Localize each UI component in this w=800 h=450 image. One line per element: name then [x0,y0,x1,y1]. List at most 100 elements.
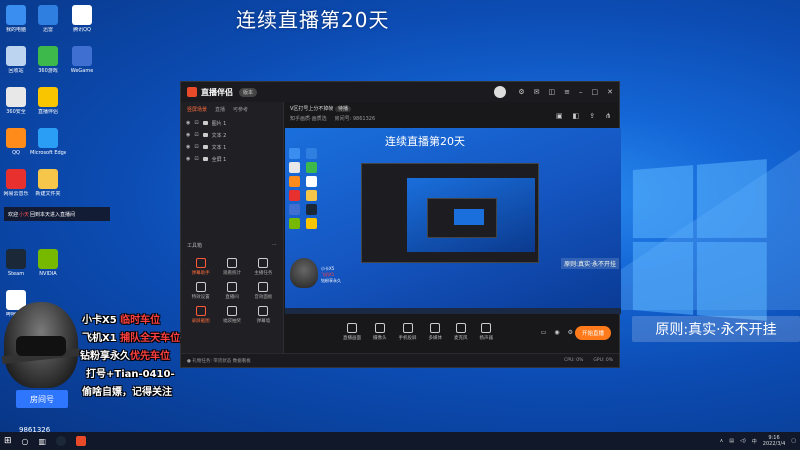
desktop-icon[interactable]: 新建文件夹 [30,166,66,206]
task-view-icon[interactable]: ▥ [39,437,47,446]
tool-task[interactable]: 主播任务 [248,258,279,276]
layout-icon[interactable]: ▭ [541,329,547,336]
settings-icon[interactable]: ⚙ [518,88,524,96]
text-icon [202,133,208,137]
eye-preview-icon[interactable]: ◉ [554,329,559,336]
tab-reference[interactable]: 可参考 [233,106,248,113]
gift-icon[interactable]: ◫ [549,88,556,96]
popup-suffix: 回到本天进入直播间 [30,211,76,218]
tab-vertical-scene[interactable]: 竖屏场景 [187,106,207,113]
start-icon[interactable]: ⊞ [4,436,12,446]
tray-up-icon[interactable]: ∧ [720,438,724,444]
desktop-icon[interactable]: 迅雷 [30,2,66,42]
lock-icon[interactable]: ⊡ [194,132,198,138]
desktop-icon[interactable]: 直播伴侣 [30,84,66,124]
desktop-icon[interactable]: WeGame [64,43,100,83]
eye-icon[interactable]: ◉ [186,120,190,126]
text-icon [202,145,208,149]
search-icon[interactable]: ○ [22,437,29,446]
welcome-popup: 欢迎 小天 回到本天进入直播间 [4,207,110,221]
tool-wall[interactable]: 弹幕墙 [248,306,279,324]
room-number: 房间号: 9861326 [334,116,376,122]
app-logo-icon [187,87,197,97]
microphone-button[interactable]: 麦克风 [454,323,468,341]
minimize-icon[interactable]: – [579,88,583,96]
source-item[interactable]: ◉ ⊡ 图片 1 [181,117,283,129]
gpu-usage: GPU: 0% [593,358,613,363]
avatar[interactable] [494,86,507,98]
source-item[interactable]: ◉ ⊡ 全屏 1 [181,153,283,165]
desktop-icon[interactable]: Microsoft Edge [30,125,66,165]
live-companion-window[interactable]: 直播伴侣 版本 ⚙ ✉ ◫ ≡ – □ ✕ 竖屏场景 直播 可参考 ◉ ⊡ 图片 1 [180,81,621,368]
bottom-toolbar: 直播画面 摄像头 手机投屏 多媒体 麦克风 扬声器 ▭ ◉ ⚙ 开始直播 [285,315,619,349]
steam-taskbar-icon[interactable] [56,436,67,446]
shop-icon[interactable]: ◧ [573,112,580,120]
desktop-icon[interactable]: 我的电脑 [0,2,34,42]
lock-icon[interactable]: ⊡ [194,156,198,162]
notification-icon[interactable]: ▢ [791,438,796,444]
camera-button[interactable]: 摄像头 [373,323,387,341]
screen-icon [202,157,208,161]
tab-live[interactable]: 直播 [215,106,225,113]
tool-lottery[interactable]: 福袋抽奖 [216,306,247,324]
message-icon[interactable]: ✉ [534,88,540,96]
tool-room[interactable]: 直播间 [216,282,247,300]
desktop-icons-col3: 腾讯QQ WeGame [64,2,100,84]
tool-record[interactable]: 录屏截图 [185,306,216,324]
volume-icon[interactable]: ◁) [740,438,746,444]
preview-banner: 原则:真实·永不开挂 [561,258,619,269]
app-name: 直播伴侣 [201,87,233,97]
phone-cast-button[interactable]: 手机投屏 [399,323,417,341]
lock-icon[interactable]: ⊡ [194,120,198,126]
share-icon[interactable]: ⇪ [589,112,595,120]
gift-box-icon[interactable]: ▣ [556,112,563,120]
desktop-icon[interactable]: 腾讯QQ [64,2,100,42]
settings-gear-icon[interactable]: ⚙ [568,329,573,336]
desktop-icon[interactable]: 360安全 [0,84,34,124]
start-live-button[interactable]: 开始直播 [574,326,611,340]
screen-capture-button[interactable]: 直播画面 [343,323,361,341]
clock[interactable]: 9:16 2022/3/4 [763,435,785,447]
room-status: 待播 [335,106,352,112]
app-titlebar[interactable]: 直播伴侣 版本 ⚙ ✉ ◫ ≡ – □ ✕ [181,82,619,102]
desktop-icon[interactable]: Steam [0,246,34,286]
eye-icon[interactable]: ◉ [186,132,190,138]
version-tag[interactable]: 版本 [239,87,258,97]
source-item[interactable]: ◉ ⊡ 文本 1 [181,141,283,153]
eye-icon[interactable]: ◉ [186,156,190,162]
windows-logo-wallpaper [632,159,767,321]
image-icon [202,121,208,125]
source-item[interactable]: ◉ ⊡ 文本 2 [181,129,283,141]
maximize-icon[interactable]: □ [592,88,599,96]
status-left[interactable]: ● 礼物任务: 带货状态 数据看板 [187,358,251,364]
ime-icon[interactable]: 中 [752,438,757,445]
multimedia-button[interactable]: 多媒体 [429,323,442,341]
share-alt-icon[interactable]: ⋔ [605,112,611,120]
more-icon[interactable]: ⋯ [272,242,277,249]
desktop-icon[interactable]: 网易云音乐 [0,166,34,206]
tool-stats[interactable]: 观看统计 [216,258,247,276]
network-icon[interactable]: ▤ [729,438,734,444]
room-title[interactable]: V区打号上分不掉帧 [290,106,333,112]
top-right-icons: ▣ ◧ ⇪ ⋔ [556,112,611,120]
desktop: 我的电脑 回收站 360安全 QQ 网易云音乐 迅雷 360游戏 直播伴侣 Mi… [0,0,800,432]
desktop-icon[interactable]: 回收站 [0,43,34,83]
desktop-icon[interactable]: QQ [0,125,34,165]
close-icon[interactable]: ✕ [607,88,613,96]
desktop-icon[interactable]: NVIDIA [30,246,66,286]
desktop-icons-col2: 迅雷 360游戏 直播伴侣 Microsoft Edge 新建文件夹 [30,2,66,207]
tool-effects[interactable]: 特效设置 [185,282,216,300]
live-preview[interactable]: 连续直播第20天 小卡X5 飞机X1 钻粉享永久 原则:真实·永不开挂 [285,128,621,314]
desktop-icon[interactable]: 360游戏 [30,43,66,83]
lock-icon[interactable]: ⊡ [194,144,198,150]
companion-taskbar-icon[interactable] [76,436,87,446]
room-quality[interactable]: 知乎画质·画质选 [290,115,327,122]
eye-icon[interactable]: ◉ [186,144,190,150]
menu-icon[interactable]: ≡ [564,88,570,96]
speaker-button[interactable]: 扬声器 [480,323,493,341]
tool-sound[interactable]: 音效面板 [248,282,279,300]
tool-danmu[interactable]: 弹幕助手 [185,258,216,276]
preview-nested-window [361,163,539,263]
preview-overlay-text: 小卡X5 飞机X1 钻粉享永久 [321,266,341,283]
cpu-usage: CPU: 0% [564,358,584,363]
